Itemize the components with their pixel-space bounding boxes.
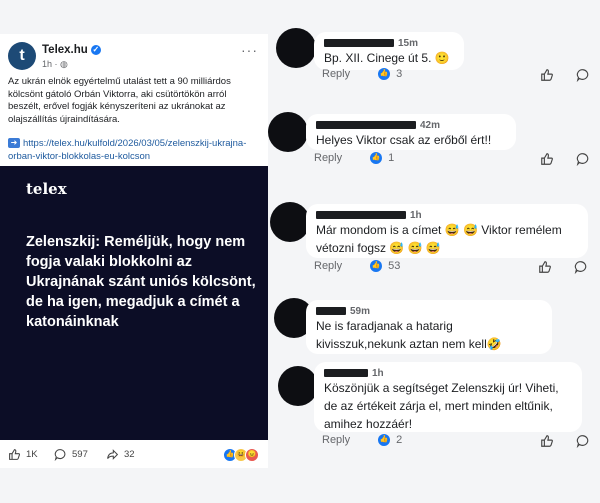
share-icon [107,449,119,460]
post-text: Az ukrán elnök egyértelmű utalást tett a… [8,76,231,125]
hero-quote: Zelenszkij: Reméljük, hogy nem fogja val… [26,234,256,330]
like-button[interactable]: 1K [8,448,38,461]
comment-author[interactable]: 42m [316,120,506,131]
telex-logo: telex [26,180,67,198]
comment-time: 1h [372,368,384,379]
comment-like-count: 2 [396,434,403,446]
comment-icon[interactable] [576,68,590,85]
comment: 1h Már mondom is a címet 😅 😅 Viktor remé… [268,202,600,282]
post-link-text[interactable]: https://telex.hu/kulfold/2026/03/05/zele… [8,138,246,162]
comment: 42m Helyes Viktor csak az erőből ért!! R… [268,112,600,174]
comment-bubble: 42m Helyes Viktor csak az erőből ért!! [306,114,516,150]
avatar[interactable] [268,112,308,152]
comment: 59m Ne is faradjanak a hatarig kivisszuk… [268,298,600,356]
thumbs-up-icon[interactable] [540,68,554,85]
comment-text: Bp. XII. Cinege út 5. 🙂 [324,51,450,65]
comment-author[interactable]: 1h [316,210,578,221]
post-image[interactable]: telex Zelenszkij: Reméljük, hogy nem fog… [0,166,268,440]
share-button[interactable]: 32 [106,448,135,461]
comment-author[interactable]: 15m [324,38,454,49]
thumbs-up-icon [9,449,21,460]
arrow-right-icon: ➜ [8,138,20,149]
like-badge-icon: 👍 [378,434,391,446]
comment-meta: Reply 👍 3 [322,68,402,80]
comment-bubble: 1h Köszönjük a segítséget Zelenszkij úr!… [314,362,582,432]
verified-icon: ✓ [90,44,101,55]
post-card: t Telex.hu ✓ 1h · ◍ ··· Az ukrán elnök eg… [0,34,268,468]
comment: 1h Köszönjük a segítséget Zelenszkij úr!… [268,362,600,454]
comment: 15m Bp. XII. Cinege út 5. 🙂 Reply 👍 3 [268,28,600,90]
like-badge-icon: 👍 [370,152,383,164]
comment-icon [54,449,66,461]
comment-time: 59m [350,306,371,317]
redacted-name [324,39,394,48]
comment-bubble: 15m Bp. XII. Cinege út 5. 🙂 [314,32,464,70]
thumbs-up-icon[interactable] [540,152,554,169]
comment-like-count: 1 [388,152,395,164]
comment-meta: Reply 👍 1 [314,152,394,164]
comment-meta: Reply 👍 2 [322,434,402,446]
comment-text: Már mondom is a címet 😅 😅 Viktor remélem… [316,223,562,255]
post-link[interactable]: ➜ https://telex.hu/kulfold/2026/03/05/zel… [8,138,260,163]
post-time[interactable]: 1h · ◍ [42,59,68,70]
comment-icon[interactable] [576,434,590,451]
comment-time: 1h [410,210,422,221]
post-time-text[interactable]: 1h · [42,59,60,69]
thumbs-up-icon[interactable] [540,434,554,451]
comment-author[interactable]: 59m [316,306,542,317]
post-actions: 1K 597 32 👍 😆 😠 [0,440,268,468]
reply-button[interactable]: Reply [322,434,350,446]
reaction-summary[interactable]: 👍 😆 😠 [223,448,259,462]
redacted-name [316,307,346,316]
redacted-name [316,121,416,130]
thumbs-up-icon[interactable] [538,260,552,277]
comment-count: 597 [72,449,88,460]
reply-button[interactable]: Reply [314,152,342,164]
avatar[interactable] [276,28,316,68]
comment-like-count: 3 [396,68,403,80]
comment-time: 15m [398,38,419,49]
reply-button[interactable]: Reply [314,260,342,272]
comment-time: 42m [420,120,441,131]
reply-button[interactable]: Reply [322,68,350,80]
redacted-name [324,369,368,378]
share-count: 32 [124,449,135,460]
comment-meta: Reply 👍 53 [314,260,400,272]
globe-icon: ◍ [60,59,68,69]
like-badge-icon: 👍 [378,68,391,80]
comment-text: Ne is faradjanak a hatarig kivisszuk,nek… [316,319,502,351]
page-name[interactable]: Telex.hu ✓ [42,44,101,56]
like-badge-icon: 👍 [370,260,383,272]
comment-text: Helyes Viktor csak az erőből ért!! [316,133,492,147]
comment-author[interactable]: 1h [324,368,572,379]
comment-bubble: 59m Ne is faradjanak a hatarig kivisszuk… [306,300,552,354]
comment-like-count: 53 [388,260,401,272]
comment-icon[interactable] [576,152,590,169]
like-count: 1K [26,449,38,460]
comment-bubble: 1h Már mondom is a címet 😅 😅 Viktor remé… [306,204,588,258]
angry-reaction-icon: 😠 [245,448,259,462]
post-header: t Telex.hu ✓ 1h · ◍ ··· [8,42,264,72]
page-avatar[interactable]: t [8,42,36,70]
redacted-name [316,211,406,220]
comment-icon[interactable] [574,260,588,277]
page-name-text[interactable]: Telex.hu [42,44,88,56]
avatar[interactable] [270,202,310,242]
avatar[interactable] [278,366,318,406]
comment-button[interactable]: 597 [54,448,88,461]
comment-text: Köszönjük a segítséget Zelenszkij úr! Vi… [324,381,559,431]
more-options-button[interactable]: ··· [241,42,258,58]
